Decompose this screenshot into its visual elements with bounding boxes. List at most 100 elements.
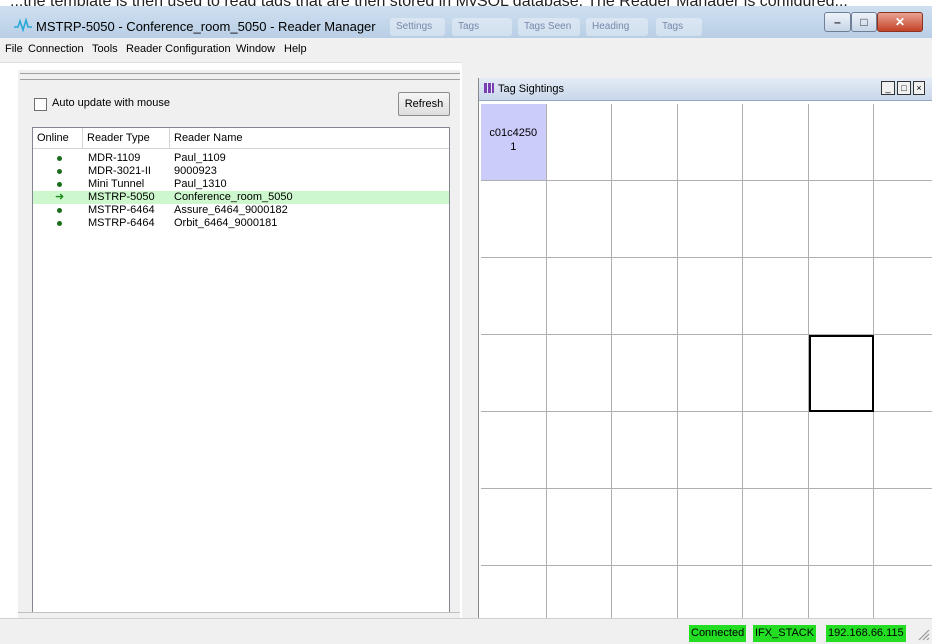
maximize-icon: □ — [860, 15, 868, 29]
grid-cell[interactable] — [612, 335, 678, 412]
menu-help[interactable]: Help — [284, 43, 307, 55]
reader-list[interactable]: Online Reader Type Reader Name MDR-1109 … — [32, 127, 450, 624]
reader-row[interactable]: MDR-1109 Paul_1109 — [33, 152, 449, 165]
title-bar[interactable]: MSTRP-5050 - Conference_room_5050 - Read… — [0, 6, 932, 39]
reader-name: Orbit_6464_9000181 — [174, 217, 278, 229]
online-status-icon — [57, 156, 62, 161]
menu-reader-configuration[interactable]: Reader Configuration — [126, 43, 231, 55]
grid-cell[interactable] — [808, 412, 874, 489]
grid-cell[interactable] — [546, 104, 612, 181]
grid-cell[interactable] — [677, 258, 743, 335]
ghost-tab: Heading — [586, 18, 648, 36]
waveform-icon — [14, 18, 32, 32]
tag-window-close-button[interactable]: × — [913, 81, 925, 95]
grid-cell[interactable] — [612, 104, 678, 181]
grid-cell[interactable] — [677, 104, 743, 181]
grid-cell[interactable] — [612, 181, 678, 258]
tag-sightings-title-bar[interactable]: Tag Sightings _ □ × — [479, 78, 932, 101]
grid-cell[interactable] — [874, 412, 932, 489]
grid-cell[interactable] — [612, 412, 678, 489]
column-reader-type[interactable]: Reader Type — [83, 128, 170, 148]
grid-cell[interactable] — [481, 412, 547, 489]
grid-cell[interactable] — [743, 412, 809, 489]
grid-cell[interactable] — [481, 489, 547, 566]
reader-type: MSTRP-5050 — [88, 191, 155, 203]
tag-sightings-window: Tag Sightings _ □ × c01c4250 1 — [478, 78, 932, 643]
connected-arrow-icon: ➜ — [55, 191, 65, 203]
grid-cell[interactable] — [808, 489, 874, 566]
reader-type: Mini Tunnel — [88, 178, 145, 190]
reader-type: MDR-1109 — [88, 152, 141, 164]
auto-update-checkbox[interactable] — [34, 98, 47, 111]
reader-row[interactable]: MSTRP-6464 Assure_6464_9000182 — [33, 204, 449, 217]
grid-cell[interactable] — [874, 489, 932, 566]
menu-connection[interactable]: Connection — [28, 43, 84, 55]
reader-row[interactable]: MDR-3021-II 9000923 — [33, 165, 449, 178]
column-online[interactable]: Online — [33, 128, 83, 148]
close-button[interactable]: ✕ — [877, 12, 923, 32]
grid-cell[interactable] — [481, 181, 547, 258]
grid-cell[interactable] — [743, 104, 809, 181]
tag-window-maximize-button[interactable]: □ — [897, 81, 911, 95]
menu-tools[interactable]: Tools — [92, 43, 118, 55]
grid-cell[interactable] — [546, 489, 612, 566]
grid-cell[interactable] — [546, 412, 612, 489]
grid-cell[interactable] — [743, 258, 809, 335]
ip-address-status: 192.168.66.115 — [826, 625, 906, 642]
grid-icon — [484, 83, 494, 93]
grid-cell[interactable] — [677, 489, 743, 566]
refresh-button[interactable]: Refresh — [398, 92, 450, 116]
stack-status: IFX_STACK — [753, 625, 817, 642]
grid-cell[interactable] — [874, 181, 932, 258]
grid-cell[interactable] — [808, 258, 874, 335]
background-taskbar-tabs: Settings Tags Tags Seen Heading Tags — [390, 18, 790, 36]
grid-cell[interactable] — [874, 104, 932, 181]
grid-cell[interactable] — [874, 258, 932, 335]
list-header: Online Reader Type Reader Name — [33, 128, 449, 149]
grid-cell[interactable] — [546, 258, 612, 335]
online-status-icon — [57, 208, 62, 213]
minimize-button[interactable]: – — [824, 12, 851, 32]
ghost-tab: Tags Seen — [518, 18, 580, 36]
grid-cell[interactable] — [808, 181, 874, 258]
ghost-tab: Tags — [452, 18, 512, 36]
online-status-icon — [57, 221, 62, 226]
grid-cell[interactable] — [677, 412, 743, 489]
tag-cell[interactable]: c01c4250 1 — [481, 104, 547, 181]
grid-cell[interactable] — [743, 489, 809, 566]
grid-cell[interactable] — [677, 181, 743, 258]
grid-cell[interactable] — [743, 335, 809, 412]
status-bar: Connected IFX_STACK 192.168.66.115 — [0, 618, 932, 644]
grid-cell[interactable] — [481, 335, 547, 412]
reader-type: MSTRP-6464 — [88, 204, 155, 216]
grid-cell[interactable] — [612, 489, 678, 566]
reader-name: 9000923 — [174, 165, 217, 177]
reader-type: MDR-3021-II — [88, 165, 151, 177]
tag-grid: c01c4250 1 — [481, 104, 932, 643]
panel-splitter[interactable] — [20, 73, 460, 80]
reader-name: Assure_6464_9000182 — [174, 204, 288, 216]
reader-type: MSTRP-6464 — [88, 217, 155, 229]
grid-cell[interactable] — [546, 335, 612, 412]
grid-cell[interactable] — [546, 181, 612, 258]
reader-row[interactable]: MSTRP-6464 Orbit_6464_9000181 — [33, 217, 449, 230]
reader-row[interactable]: Mini Tunnel Paul_1310 — [33, 178, 449, 191]
resize-grip-icon[interactable] — [916, 627, 930, 641]
online-status-icon — [57, 169, 62, 174]
grid-cell[interactable] — [874, 335, 932, 412]
menu-window[interactable]: Window — [236, 43, 275, 55]
highlighted-grid-cell[interactable] — [808, 335, 874, 412]
grid-cell[interactable] — [612, 258, 678, 335]
maximize-button[interactable]: □ — [851, 12, 877, 32]
close-icon: ✕ — [894, 15, 906, 29]
grid-cell[interactable] — [808, 104, 874, 181]
grid-cell[interactable] — [677, 335, 743, 412]
grid-cell[interactable] — [481, 258, 547, 335]
auto-update-label: Auto update with mouse — [52, 97, 171, 109]
tag-window-minimize-button[interactable]: _ — [881, 81, 895, 95]
menu-file[interactable]: File — [5, 43, 23, 55]
grid-cell[interactable] — [743, 181, 809, 258]
tag-id-line2: 1 — [510, 141, 517, 153]
column-reader-name[interactable]: Reader Name — [170, 128, 449, 148]
reader-row-selected[interactable]: ➜ MSTRP-5050 Conference_room_5050 — [33, 191, 449, 204]
